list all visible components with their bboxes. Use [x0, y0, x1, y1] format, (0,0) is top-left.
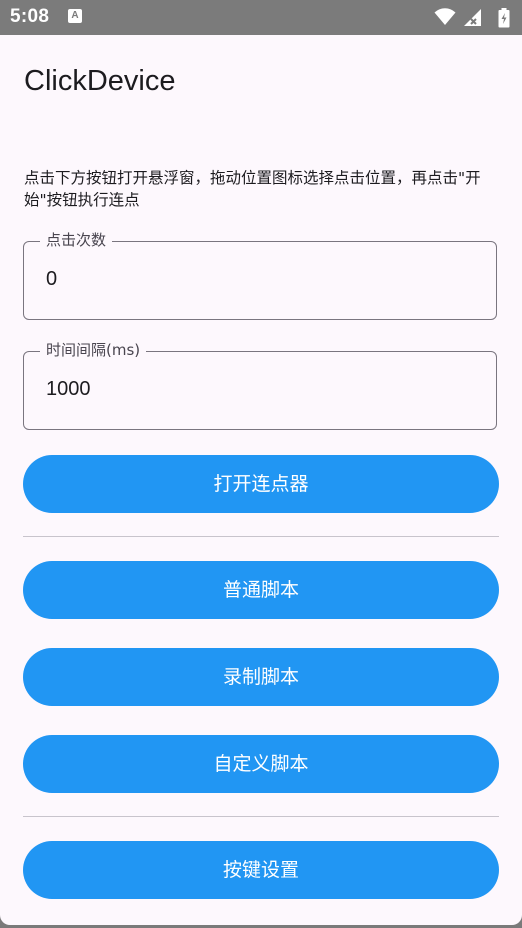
signal-icon [464, 9, 481, 26]
divider [23, 816, 499, 817]
normal-script-button[interactable]: 普通脚本 [23, 561, 499, 619]
key-settings-button[interactable]: 按键设置 [23, 841, 499, 899]
interval-input[interactable]: 1000 [46, 378, 91, 401]
click-count-label: 点击次数 [40, 230, 113, 250]
app-title: ClickDevice [24, 65, 176, 97]
open-clicker-button[interactable]: 打开连点器 [23, 455, 499, 513]
wifi-icon [434, 8, 456, 25]
divider [23, 536, 499, 537]
interval-field[interactable]: 时间间隔(ms) 1000 [23, 340, 497, 430]
custom-script-button[interactable]: 自定义脚本 [23, 735, 499, 793]
click-count-field[interactable]: 点击次数 0 [23, 230, 497, 320]
click-count-input[interactable]: 0 [46, 268, 57, 291]
status-time: 5:08 [10, 6, 50, 27]
interval-label: 时间间隔(ms) [40, 340, 147, 360]
battery-charging-icon [498, 8, 510, 28]
instructions-text: 点击下方按钮打开悬浮窗，拖动位置图标选择点击位置，再点击"开始"按钮执行连点 [24, 169, 481, 209]
app-screen: ClickDevice 点击下方按钮打开悬浮窗，拖动位置图标选择点击位置，再点击… [0, 35, 522, 925]
record-script-button[interactable]: 录制脚本 [23, 648, 499, 706]
status-bar: 5:08 A [0, 0, 522, 35]
notification-icon: A [68, 9, 82, 23]
